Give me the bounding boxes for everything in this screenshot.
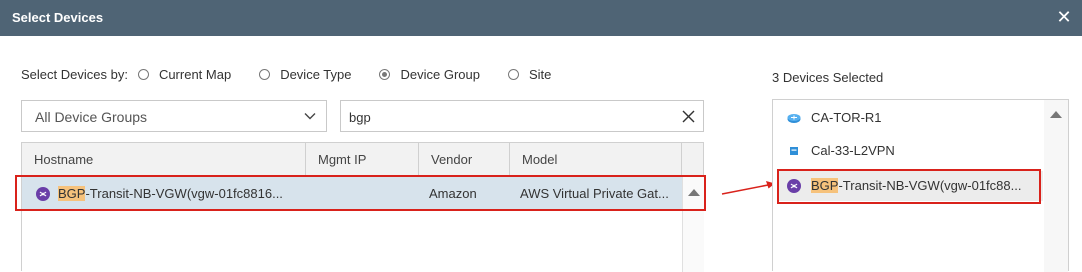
- dialog-title-bar: Select Devices ✕: [0, 0, 1082, 36]
- device-label: CA-TOR-R1: [811, 110, 882, 125]
- close-icon[interactable]: [682, 110, 695, 123]
- router-icon: [787, 106, 801, 123]
- device-group-dropdown[interactable]: All Device Groups: [21, 100, 327, 132]
- selected-panel-scrollbar[interactable]: [1044, 100, 1068, 272]
- search-input[interactable]: [347, 107, 671, 127]
- column-header-mgmt-ip[interactable]: Mgmt IP: [306, 143, 419, 176]
- radio-label: Current Map: [158, 66, 232, 82]
- radio-current-map[interactable]: Current Map: [137, 66, 232, 82]
- selected-count-label: 3 Devices Selected: [772, 70, 884, 85]
- radio-button[interactable]: [137, 68, 149, 80]
- close-icon[interactable]: ✕: [1054, 7, 1074, 27]
- annotation-arrow-icon: [721, 181, 775, 195]
- switch-icon: [787, 139, 801, 155]
- select-by-row: Select Devices by: Current Map Device Ty…: [21, 65, 579, 83]
- annotation-highlight-box: [777, 169, 1041, 204]
- scroll-up-icon[interactable]: [1050, 111, 1062, 118]
- radio-label: Device Group: [400, 66, 480, 82]
- radio-device-type[interactable]: Device Type: [259, 67, 351, 82]
- select-by-label: Select Devices by:: [21, 66, 128, 82]
- column-header-vendor[interactable]: Vendor: [419, 143, 510, 176]
- table-header: Hostname Mgmt IP Vendor Model: [22, 143, 703, 177]
- annotation-highlight-box: [15, 175, 706, 211]
- radio-site[interactable]: Site: [507, 66, 552, 82]
- dropdown-value: All Device Groups: [35, 109, 148, 125]
- column-header-hostname[interactable]: Hostname: [22, 143, 306, 176]
- selected-device-item[interactable]: CA-TOR-R1: [779, 103, 1043, 133]
- radio-button[interactable]: [507, 68, 519, 80]
- radio-button-selected[interactable]: [379, 68, 391, 80]
- radio-device-group[interactable]: Device Group: [379, 66, 480, 82]
- selected-device-item[interactable]: Cal-33-L2VPN: [779, 136, 1043, 166]
- radio-label: Device Type: [280, 66, 352, 82]
- chevron-down-icon: [304, 113, 316, 120]
- radio-button[interactable]: [259, 68, 271, 80]
- device-label: Cal-33-L2VPN: [811, 143, 895, 158]
- column-header-model[interactable]: Model: [510, 143, 682, 176]
- dialog-title: Select Devices: [12, 10, 104, 25]
- search-field[interactable]: [340, 100, 704, 132]
- radio-label: Site: [528, 66, 552, 82]
